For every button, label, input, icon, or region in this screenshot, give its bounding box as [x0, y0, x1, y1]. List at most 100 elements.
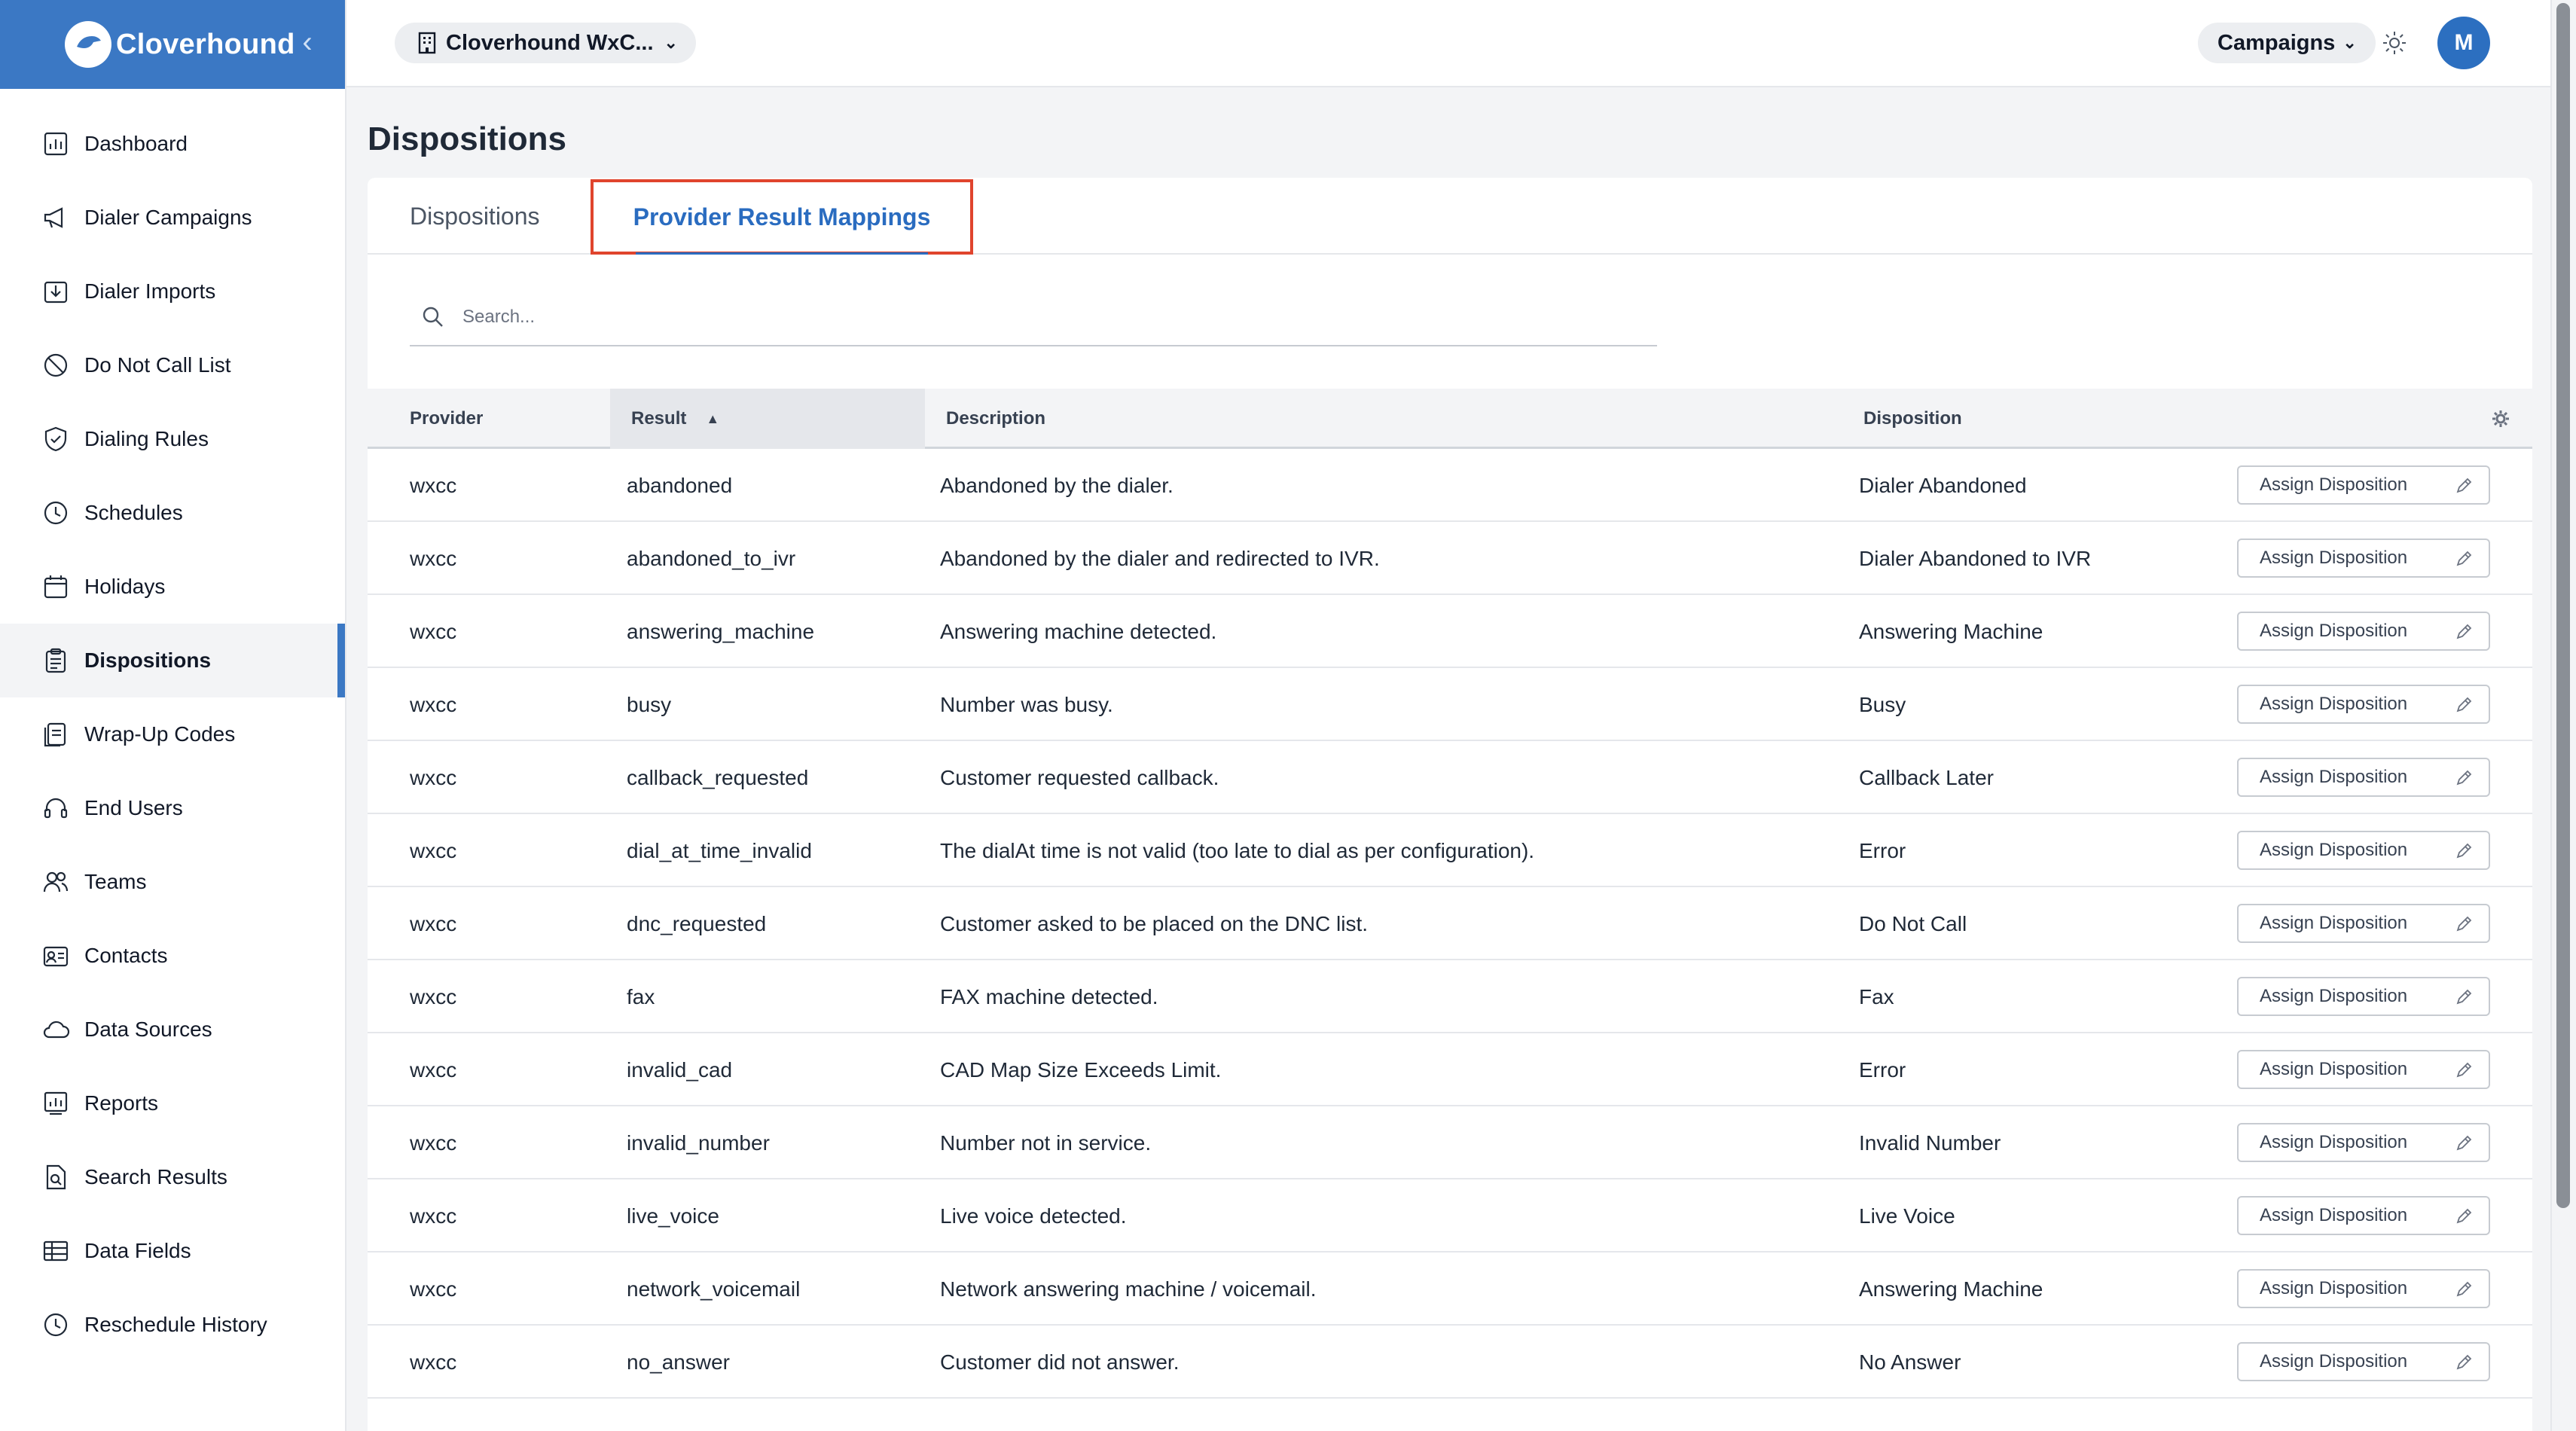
assign-disposition-label: Assign Disposition: [2260, 474, 2408, 495]
chevron-down-icon: ⌄: [2343, 33, 2357, 52]
file-search-icon: [41, 1162, 71, 1192]
cloverhound-logo-icon[interactable]: [65, 21, 111, 68]
pencil-icon: [2456, 770, 2472, 786]
cell-disposition: Error: [1859, 1057, 1906, 1082]
cell-result: fax: [627, 984, 655, 1008]
organization-name: Cloverhound WxC...: [446, 30, 654, 55]
sidebar-item-label: Reschedule History: [84, 1313, 267, 1336]
assign-disposition-label: Assign Disposition: [2260, 1351, 2408, 1372]
sidebar-item-label: Search Results: [84, 1165, 227, 1188]
assign-disposition-button[interactable]: Assign Disposition: [2237, 539, 2490, 578]
chart-icon: [41, 129, 71, 159]
column-header-disposition[interactable]: Disposition: [1863, 389, 1962, 449]
sun-icon[interactable]: [2382, 30, 2407, 56]
sidebar-item-schedules[interactable]: Schedules: [0, 476, 345, 550]
assign-disposition-button[interactable]: Assign Disposition: [2237, 1342, 2490, 1381]
tab-dispositions[interactable]: Dispositions: [410, 178, 540, 255]
pencil-icon: [2456, 843, 2472, 859]
user-avatar[interactable]: M: [2437, 17, 2490, 69]
assign-disposition-button[interactable]: Assign Disposition: [2237, 465, 2490, 505]
sort-ascending-icon: ▲: [706, 410, 720, 426]
collapse-sidebar-icon[interactable]: ‹: [292, 27, 322, 57]
column-header-provider[interactable]: Provider: [410, 389, 483, 449]
sidebar-item-holidays[interactable]: Holidays: [0, 550, 345, 624]
report-icon: [41, 1088, 71, 1118]
campaigns-menu-button[interactable]: Campaigns ⌄: [2198, 23, 2376, 63]
sidebar-item-reschedule-history[interactable]: Reschedule History: [0, 1288, 345, 1362]
table-settings-gear-icon[interactable]: [2490, 389, 2511, 449]
assign-disposition-label: Assign Disposition: [2260, 1132, 2408, 1152]
sidebar-item-label: End Users: [84, 796, 183, 819]
pencil-icon: [2456, 551, 2472, 566]
assign-disposition-button[interactable]: Assign Disposition: [2237, 1050, 2490, 1089]
sidebar-item-search-results[interactable]: Search Results: [0, 1140, 345, 1214]
table-row: wxcc callback_requested Customer requested…: [368, 741, 2532, 814]
assign-disposition-label: Assign Disposition: [2260, 767, 2408, 787]
table-icon: [41, 1236, 71, 1266]
contact-card-icon: [41, 941, 71, 971]
sidebar-item-dialer-imports[interactable]: Dialer Imports: [0, 255, 345, 328]
sidebar-item-data-sources[interactable]: Data Sources: [0, 993, 345, 1066]
sidebar-item-label: Data Sources: [84, 1018, 212, 1041]
table-row: wxcc no_answer Customer did not answer. No …: [368, 1326, 2532, 1399]
search-input[interactable]: [462, 307, 1592, 328]
column-header-description[interactable]: Description: [946, 389, 1045, 449]
cell-provider: wxcc: [410, 838, 457, 862]
cell-description: Customer did not answer.: [940, 1350, 1180, 1374]
cell-description: Customer asked to be placed on the DNC l…: [940, 911, 1369, 935]
scrollbar-thumb[interactable]: [2556, 3, 2570, 1208]
sidebar: Cloverhound ‹ Dashboard Dialer Campaigns D…: [0, 0, 346, 1431]
table-row: wxcc abandoned_to_ivr Abandoned by the dia…: [368, 522, 2532, 595]
assign-disposition-label: Assign Disposition: [2260, 840, 2408, 860]
table-row: wxcc answering_machine Answering machine d…: [368, 595, 2532, 668]
sidebar-item-dispositions[interactable]: Dispositions: [0, 624, 345, 697]
cell-description: Customer requested callback.: [940, 765, 1219, 789]
users-icon: [41, 867, 71, 897]
organization-selector[interactable]: Cloverhound WxC... ⌄: [395, 23, 696, 63]
assign-disposition-button[interactable]: Assign Disposition: [2237, 977, 2490, 1016]
wrapup-icon: [41, 719, 71, 749]
pencil-icon: [2456, 916, 2472, 932]
cell-description: Answering machine detected.: [940, 619, 1217, 643]
cell-disposition: Answering Machine: [1859, 619, 2043, 643]
assign-disposition-button[interactable]: Assign Disposition: [2237, 612, 2490, 651]
sidebar-item-dashboard[interactable]: Dashboard: [0, 107, 345, 181]
sidebar-item-reports[interactable]: Reports: [0, 1066, 345, 1140]
sidebar-item-dialing-rules[interactable]: Dialing Rules: [0, 402, 345, 476]
table-row: wxcc fax FAX machine detected. Fax Assign Di…: [368, 960, 2532, 1033]
cell-disposition: Answering Machine: [1859, 1277, 2043, 1301]
table-header: Provider Result ▲ Description Dispositio…: [368, 389, 2532, 449]
table-row: wxcc dnc_requested Customer asked to be pl…: [368, 887, 2532, 960]
assign-disposition-button[interactable]: Assign Disposition: [2237, 1123, 2490, 1162]
page-scrollbar[interactable]: [2550, 0, 2576, 1431]
assign-disposition-button[interactable]: Assign Disposition: [2237, 1269, 2490, 1308]
column-header-result[interactable]: Result ▲: [610, 389, 925, 449]
sidebar-item-end-users[interactable]: End Users: [0, 771, 345, 845]
sidebar-item-wrap-up-codes[interactable]: Wrap-Up Codes: [0, 697, 345, 771]
assign-disposition-button[interactable]: Assign Disposition: [2237, 1196, 2490, 1235]
topbar: Cloverhound WxC... ⌄ Campaigns ⌄ M: [346, 0, 2550, 87]
sidebar-item-do-not-call-list[interactable]: Do Not Call List: [0, 328, 345, 402]
cell-result: callback_requested: [627, 765, 809, 789]
assign-disposition-button[interactable]: Assign Disposition: [2237, 685, 2490, 724]
sidebar-item-label: Do Not Call List: [84, 353, 231, 377]
pencil-icon: [2456, 697, 2472, 712]
shield-icon: [41, 424, 71, 454]
brand-name[interactable]: Cloverhound: [116, 29, 295, 61]
sidebar-item-contacts[interactable]: Contacts: [0, 919, 345, 993]
cell-provider: wxcc: [410, 619, 457, 643]
assign-disposition-button[interactable]: Assign Disposition: [2237, 758, 2490, 797]
sidebar-nav: Dashboard Dialer Campaigns Dialer Imports D…: [0, 89, 345, 1362]
assign-disposition-button[interactable]: Assign Disposition: [2237, 831, 2490, 870]
tab-provider-result-mappings[interactable]: Provider Result Mappings: [591, 179, 973, 255]
cell-disposition: Busy: [1859, 692, 1906, 716]
sidebar-item-data-fields[interactable]: Data Fields: [0, 1214, 345, 1288]
assign-disposition-button[interactable]: Assign Disposition: [2237, 904, 2490, 943]
sidebar-item-teams[interactable]: Teams: [0, 845, 345, 919]
cell-description: Live voice detected.: [940, 1204, 1127, 1228]
assign-disposition-label: Assign Disposition: [2260, 1278, 2408, 1298]
sidebar-item-dialer-campaigns[interactable]: Dialer Campaigns: [0, 181, 345, 255]
table-row: wxcc invalid_number Number not in service.…: [368, 1106, 2532, 1179]
table-row: wxcc network_voicemail Network answering m…: [368, 1253, 2532, 1326]
cell-disposition: Dialer Abandoned to IVR: [1859, 546, 2092, 570]
